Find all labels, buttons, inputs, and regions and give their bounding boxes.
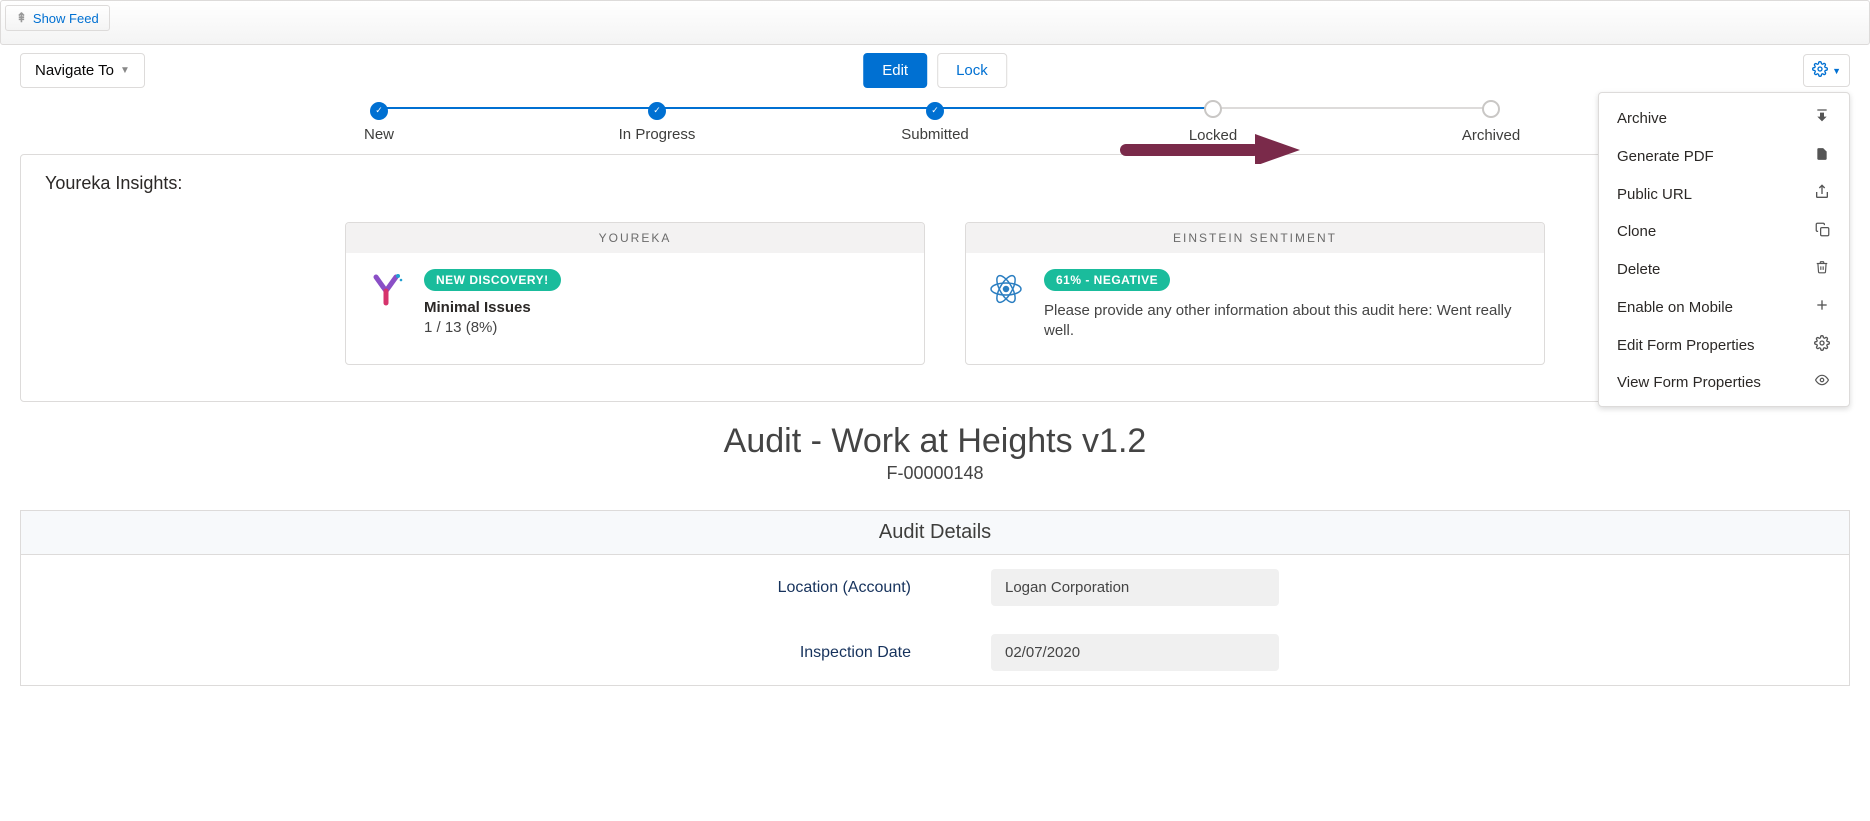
copy-icon <box>1813 222 1831 241</box>
edit-button[interactable]: Edit <box>863 53 927 88</box>
insight-card-1: EINSTEIN SENTIMENT 61% - NEGATIVE Please p… <box>965 222 1545 365</box>
insight-card-header: YOUREKA <box>346 223 924 253</box>
path-step-label: New <box>240 126 518 143</box>
insights-heading: Youreka Insights: <box>45 173 1825 194</box>
center-action-buttons: Edit Lock <box>863 53 1007 88</box>
navigate-to-label: Navigate To <box>35 62 114 79</box>
insight-title: Minimal Issues <box>424 299 531 316</box>
navigate-to-dropdown[interactable]: Navigate To ▼ <box>20 53 145 88</box>
menu-item-generate-pdf[interactable]: Generate PDF <box>1599 137 1849 175</box>
page-title: Audit - Work at Heights v1.2 <box>0 422 1870 461</box>
path-step-dot <box>926 102 944 120</box>
gear-icon <box>1813 335 1831 355</box>
menu-item-public-url[interactable]: Public URL <box>1599 175 1849 213</box>
audit-details-section: Audit Details Location (Account) Logan Co… <box>20 510 1850 686</box>
menu-item-archive[interactable]: Archive <box>1599 99 1849 137</box>
menu-item-label: Enable on Mobile <box>1617 299 1733 316</box>
insight-card-text: 61% - NEGATIVE Please provide any other i… <box>1044 269 1524 340</box>
share-icon <box>1813 184 1831 204</box>
menu-item-delete[interactable]: Delete <box>1599 250 1849 288</box>
einstein-icon <box>986 269 1026 309</box>
insight-card-body: NEW DISCOVERY! Minimal Issues 1 / 13 (8%) <box>346 253 924 362</box>
insight-card-text: NEW DISCOVERY! Minimal Issues 1 / 13 (8%) <box>424 269 561 338</box>
menu-item-label: Edit Form Properties <box>1617 337 1755 354</box>
detail-field-row: Inspection Date 02/07/2020 <box>21 620 1849 685</box>
menu-item-edit-form-properties[interactable]: Edit Form Properties <box>1599 326 1849 364</box>
page-subtitle: F-00000148 <box>0 463 1870 484</box>
gear-icon <box>1812 61 1828 80</box>
insight-pill: NEW DISCOVERY! <box>424 269 561 291</box>
insight-card-header: EINSTEIN SENTIMENT <box>966 223 1544 253</box>
insight-pill: 61% - NEGATIVE <box>1044 269 1170 291</box>
path-step-dot <box>1482 100 1500 118</box>
gear-menu-button[interactable]: ▼ <box>1803 54 1850 87</box>
status-path: NewIn ProgressSubmittedLockedArchived <box>20 100 1850 144</box>
path-step-label: Archived <box>1352 127 1630 144</box>
trash-icon <box>1813 259 1831 279</box>
insights-card: Youreka Insights: YOUREKA NEW DISCOVERY! M… <box>20 154 1850 402</box>
menu-item-clone[interactable]: Clone <box>1599 213 1849 250</box>
path-step-label: In Progress <box>518 126 796 143</box>
menu-item-label: Archive <box>1617 110 1667 127</box>
details-section-header: Audit Details <box>21 511 1849 555</box>
caret-down-icon: ▼ <box>120 65 130 76</box>
lock-button[interactable]: Lock <box>937 53 1007 88</box>
eye-icon <box>1813 373 1831 391</box>
insight-card-body: 61% - NEGATIVE Please provide any other i… <box>966 253 1544 364</box>
youreka-icon <box>366 269 406 309</box>
path-step-label: Locked <box>1074 127 1352 144</box>
menu-item-enable-on-mobile[interactable]: Enable on Mobile <box>1599 288 1849 326</box>
detail-field-row: Location (Account) Logan Corporation <box>21 555 1849 620</box>
path-step-dot <box>648 102 666 120</box>
menu-item-view-form-properties[interactable]: View Form Properties <box>1599 364 1849 400</box>
insight-detail: 1 / 13 (8%) <box>424 318 561 338</box>
menu-item-label: View Form Properties <box>1617 374 1761 391</box>
path-step-dot <box>370 102 388 120</box>
plus-icon <box>1813 297 1831 317</box>
insight-card-0: YOUREKA NEW DISCOVERY! Minimal Issues 1 / 1… <box>345 222 925 365</box>
menu-item-label: Public URL <box>1617 186 1692 203</box>
field-value: Logan Corporation <box>991 569 1279 606</box>
menu-item-label: Delete <box>1617 261 1660 278</box>
insight-detail: Please provide any other information abo… <box>1044 301 1524 340</box>
field-label: Location (Account) <box>591 579 911 597</box>
download-icon <box>1813 108 1831 128</box>
file-icon <box>1813 146 1831 166</box>
path-step-dot <box>1204 100 1222 118</box>
feed-bar: ⇞ Show Feed <box>0 0 1870 45</box>
menu-item-label: Clone <box>1617 223 1656 240</box>
path-step-label: Submitted <box>796 126 1074 143</box>
gear-dropdown-menu: Archive Generate PDF Public URL Clone Delete… <box>1598 92 1850 407</box>
menu-item-label: Generate PDF <box>1617 148 1714 165</box>
show-feed-label: Show Feed <box>33 11 99 26</box>
feed-icon: ⇞ <box>16 10 27 26</box>
show-feed-button[interactable]: ⇞ Show Feed <box>5 5 110 31</box>
toolbar: Navigate To ▼ Edit Lock ▼ <box>20 53 1850 88</box>
field-value: 02/07/2020 <box>991 634 1279 671</box>
caret-down-icon: ▼ <box>1832 66 1841 76</box>
field-label: Inspection Date <box>591 644 911 662</box>
